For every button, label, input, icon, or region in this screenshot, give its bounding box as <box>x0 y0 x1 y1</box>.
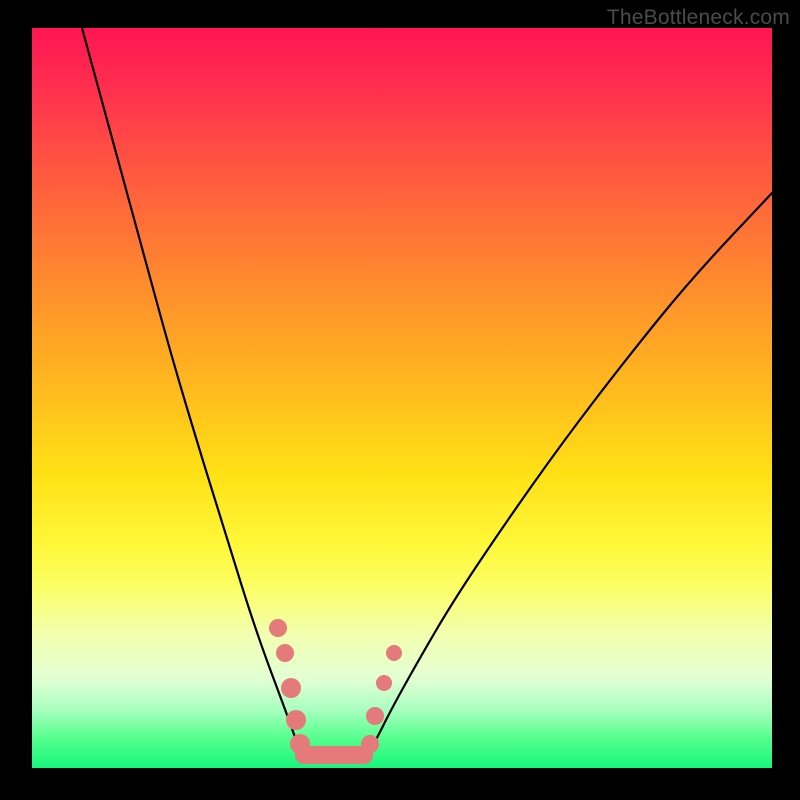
data-marker <box>286 710 306 730</box>
data-marker <box>276 644 294 662</box>
data-marker <box>376 675 392 691</box>
curves-svg <box>32 28 772 768</box>
data-marker <box>386 645 402 661</box>
right-curve <box>367 193 772 756</box>
curve-group <box>82 28 772 756</box>
plot-area <box>32 28 772 768</box>
chart-frame: TheBottleneck.com <box>0 0 800 800</box>
marker-group <box>269 619 402 754</box>
left-curve <box>82 28 302 756</box>
data-marker <box>281 678 301 698</box>
data-marker <box>269 619 287 637</box>
watermark-text: TheBottleneck.com <box>607 6 790 30</box>
data-marker <box>366 707 384 725</box>
